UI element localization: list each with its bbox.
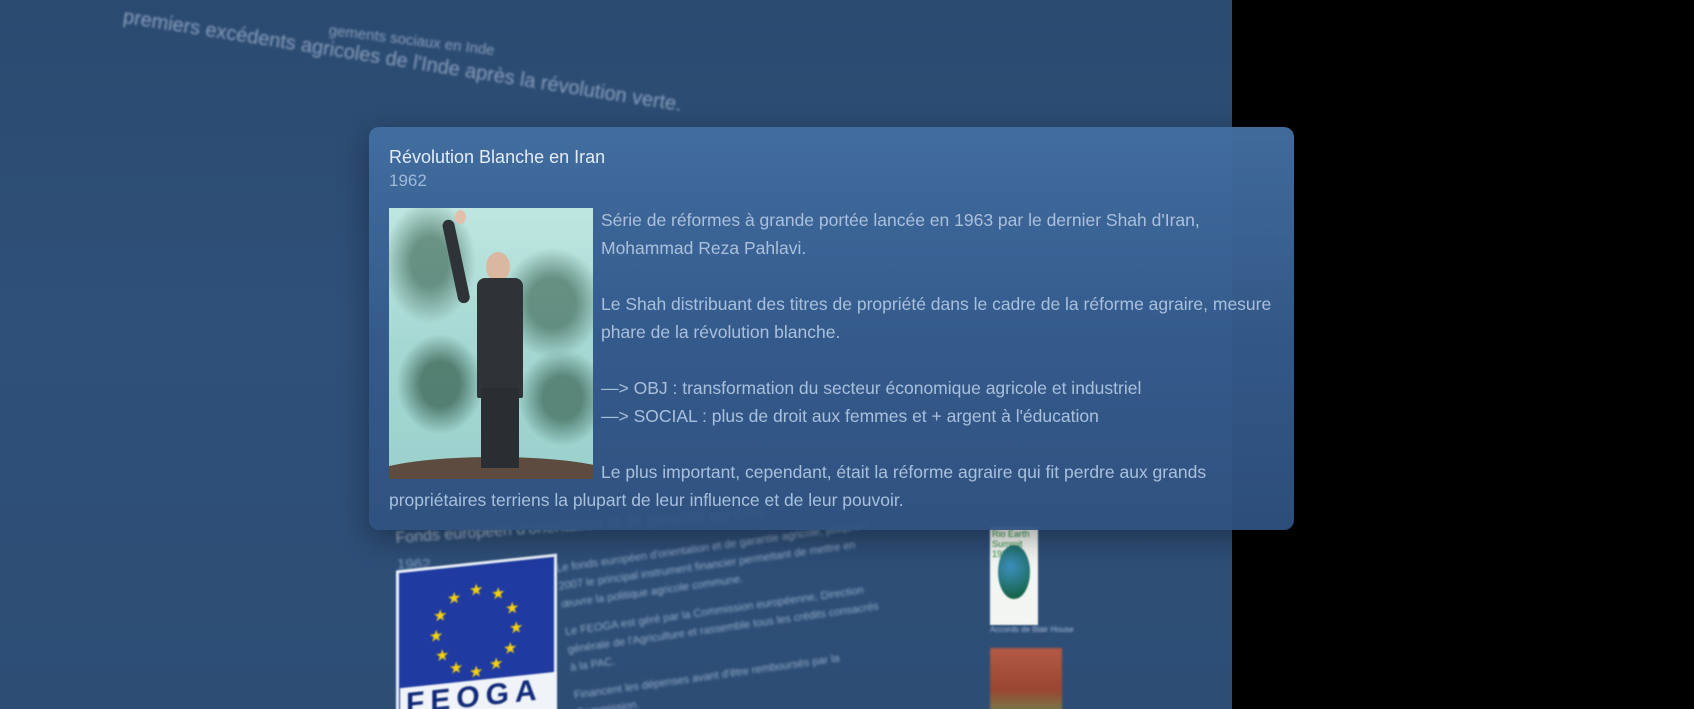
event-description: Série de réformes à grande portée lancée… (389, 206, 1274, 514)
portrait-legs (481, 388, 519, 468)
portrait-arm (441, 218, 471, 305)
event-year: 1962 (389, 171, 427, 190)
svg-text:★: ★ (429, 627, 443, 646)
svg-text:★: ★ (505, 599, 519, 618)
eu-stars-icon: ★ ★ ★ ★ ★ ★ ★ ★ ★ ★ ★ ★ (429, 580, 523, 681)
svg-text:★: ★ (435, 646, 449, 665)
event-detail-card[interactable]: Révolution Blanche en Iran 1962 Série de… (369, 127, 1294, 530)
portrait-hand (455, 210, 466, 224)
svg-text:★: ★ (433, 606, 447, 625)
earth-summit-image[interactable]: Rio Earth Summit 1992 (990, 527, 1038, 625)
timeline-entry-text: Accords de Blair House (990, 625, 1074, 634)
globe-icon (998, 545, 1030, 599)
blair-house-image[interactable] (990, 648, 1062, 709)
event-title: Révolution Blanche en Iran (389, 147, 606, 167)
timeline-entry-text: premiers excédents agricoles de l'Inde a… (121, 6, 684, 117)
svg-text:★: ★ (503, 639, 517, 658)
svg-text:★: ★ (489, 654, 503, 673)
svg-text:★: ★ (469, 580, 483, 599)
timeline-card-body: Le fonds européen d'orientation et de ga… (555, 515, 895, 709)
svg-text:★: ★ (449, 658, 463, 677)
svg-text:★: ★ (491, 584, 505, 603)
svg-text:★: ★ (447, 589, 461, 608)
svg-text:★: ★ (509, 618, 523, 637)
portrait-shah-image (389, 208, 593, 479)
portrait-body (477, 278, 523, 398)
